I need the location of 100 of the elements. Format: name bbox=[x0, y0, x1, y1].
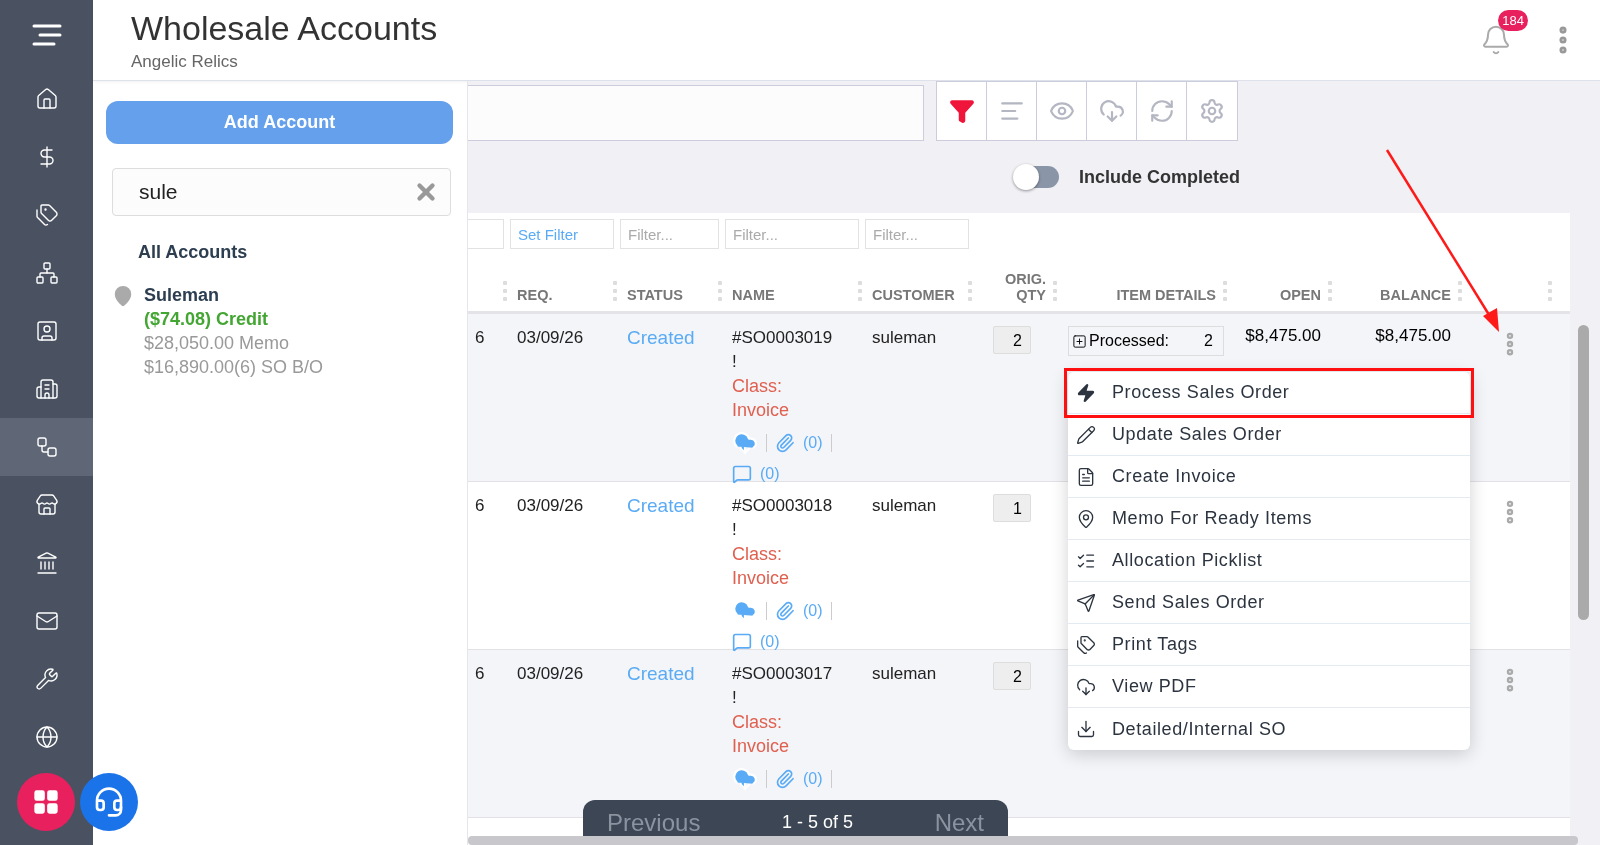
flag-mark: ! bbox=[732, 687, 737, 709]
class-label: Class: Invoice bbox=[732, 543, 791, 590]
account-credit: ($74.08) Credit bbox=[144, 309, 270, 330]
table-cell-text: 6 bbox=[474, 495, 486, 517]
support-button[interactable] bbox=[80, 773, 138, 831]
menu-item[interactable]: Process Sales Order bbox=[1068, 372, 1470, 414]
column-header[interactable]: OPEN bbox=[1279, 287, 1321, 303]
filter-field[interactable] bbox=[468, 219, 504, 249]
customer-cell-text: suleman bbox=[871, 495, 938, 517]
attachment-count[interactable]: (0) bbox=[803, 602, 823, 620]
menu-item[interactable]: Allocation Picklist bbox=[1068, 540, 1470, 582]
status-link[interactable]: Created bbox=[627, 326, 695, 350]
lightning-icon bbox=[1076, 382, 1096, 403]
cloud-download-icon[interactable] bbox=[732, 430, 758, 456]
page-title: Wholesale Accounts bbox=[131, 8, 439, 48]
column-header[interactable]: NAME bbox=[732, 287, 775, 303]
menu-item[interactable]: Send Sales Order bbox=[1068, 582, 1470, 624]
page-subtitle: Angelic Relics bbox=[131, 51, 239, 72]
home-icon bbox=[34, 87, 59, 111]
date-cell-text: 03/09/26 bbox=[516, 495, 585, 517]
paperclip-icon[interactable] bbox=[775, 769, 795, 789]
settings-icon bbox=[1199, 98, 1225, 124]
filter-field[interactable]: Filter... bbox=[865, 219, 969, 249]
date-cell-text: 03/09/26 bbox=[516, 663, 585, 685]
map-pin-icon bbox=[112, 285, 134, 307]
cloud-download-icon bbox=[1098, 98, 1125, 124]
comment-icon[interactable] bbox=[732, 464, 752, 484]
order-number[interactable]: #SO0003019 bbox=[732, 326, 833, 350]
nav-item[interactable] bbox=[0, 418, 93, 476]
refresh-icon bbox=[1148, 98, 1175, 124]
flag-mark: ! bbox=[732, 519, 737, 541]
account-backorder: $16,890.00(6) SO B/O bbox=[144, 357, 324, 378]
order-number[interactable]: #SO0003017 bbox=[732, 662, 833, 686]
comment-count[interactable]: (0) bbox=[760, 465, 780, 483]
paperclip-icon[interactable] bbox=[775, 433, 795, 453]
comment-count[interactable]: (0) bbox=[760, 633, 780, 651]
previous-button[interactable]: Previous bbox=[607, 808, 701, 837]
quantity-field[interactable]: 1 bbox=[993, 494, 1031, 522]
open-amount: $8,475.00 bbox=[1244, 325, 1322, 346]
bell-icon[interactable] bbox=[1480, 24, 1512, 56]
menu-item[interactable]: Create Invoice bbox=[1068, 456, 1470, 498]
balance-amount: $8,475.00 bbox=[1374, 325, 1452, 346]
menu-item[interactable]: Print Tags bbox=[1068, 624, 1470, 666]
tags-icon bbox=[1076, 634, 1096, 655]
status-link[interactable]: Created bbox=[627, 662, 695, 686]
menu-item[interactable]: Detailed/Internal SO bbox=[1068, 708, 1470, 750]
item-details-field[interactable]: Processed: 2 bbox=[1068, 326, 1224, 356]
next-button[interactable]: Next bbox=[934, 808, 984, 837]
include-completed-toggle[interactable] bbox=[1015, 166, 1059, 188]
wrench-icon bbox=[34, 667, 59, 691]
send-icon bbox=[1076, 592, 1096, 613]
page-range: 1 - 5 of 5 bbox=[782, 812, 854, 833]
flowchart-icon bbox=[34, 435, 59, 459]
cloud-download-icon[interactable] bbox=[732, 766, 758, 792]
column-header[interactable]: ORIG. QTY bbox=[982, 271, 1046, 303]
attachment-count[interactable]: (0) bbox=[803, 434, 823, 452]
search-field[interactable]: sule bbox=[112, 168, 451, 216]
mail-icon bbox=[34, 609, 59, 633]
quantity-field[interactable]: 2 bbox=[993, 662, 1031, 690]
column-header[interactable]: BALANCE bbox=[1380, 287, 1451, 303]
order-number[interactable]: #SO0003018 bbox=[732, 494, 833, 518]
map-pin-icon bbox=[1076, 508, 1096, 529]
globe-icon bbox=[34, 725, 59, 749]
column-header[interactable]: ITEM DETAILS bbox=[1116, 287, 1216, 303]
notification-badge: 184 bbox=[1498, 10, 1528, 31]
comment-icon[interactable] bbox=[732, 632, 752, 652]
quantity-field[interactable]: 2 bbox=[993, 326, 1031, 354]
flag-mark: ! bbox=[732, 351, 737, 373]
filter-field[interactable]: Filter... bbox=[620, 219, 719, 249]
account-name[interactable]: Suleman bbox=[144, 285, 324, 306]
customer-cell-text: suleman bbox=[871, 663, 938, 685]
vertical-scrollbar[interactable] bbox=[1578, 325, 1589, 620]
customer-cell-text: suleman bbox=[871, 327, 938, 349]
menu-item[interactable]: Update Sales Order bbox=[1068, 414, 1470, 456]
attachment-count[interactable]: (0) bbox=[803, 770, 823, 788]
contact-card-icon bbox=[34, 319, 59, 343]
expand-icon bbox=[1072, 333, 1087, 349]
column-header[interactable]: STATUS bbox=[627, 287, 683, 303]
menu-item[interactable]: Memo For Ready Items bbox=[1068, 498, 1470, 540]
status-link[interactable]: Created bbox=[627, 494, 695, 518]
network-icon bbox=[34, 261, 59, 285]
column-header[interactable]: REQ. bbox=[517, 287, 553, 303]
cloud-download-icon bbox=[1076, 676, 1096, 697]
menu-item[interactable]: View PDF bbox=[1068, 666, 1470, 708]
table-cell-text: 6 bbox=[474, 327, 486, 349]
search-bar[interactable] bbox=[468, 85, 924, 141]
column-header[interactable]: CUSTOMER bbox=[872, 287, 955, 303]
filter-field[interactable]: Set Filter bbox=[510, 219, 614, 249]
building-icon bbox=[34, 377, 59, 401]
filter-field[interactable]: Filter... bbox=[725, 219, 859, 249]
filter-icon bbox=[948, 98, 975, 124]
horizontal-scrollbar[interactable] bbox=[468, 836, 1578, 845]
menu-icon[interactable] bbox=[31, 23, 62, 47]
headset-icon bbox=[93, 786, 125, 818]
class-label: Class: Invoice bbox=[732, 711, 791, 758]
paperclip-icon[interactable] bbox=[775, 601, 795, 621]
pencil-icon bbox=[1076, 424, 1096, 445]
table-cell-text: 6 bbox=[474, 663, 486, 685]
tags-icon bbox=[34, 203, 59, 227]
add-account-button[interactable]: Add Account bbox=[106, 101, 453, 144]
